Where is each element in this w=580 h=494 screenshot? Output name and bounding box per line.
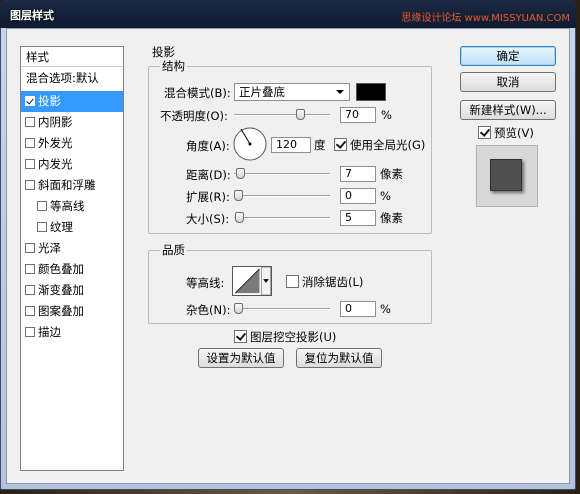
style-item-6[interactable]: 等高线 bbox=[21, 196, 123, 217]
style-item-label: 内阴影 bbox=[38, 115, 73, 129]
use-global-light-label: 使用全局光(G) bbox=[350, 138, 426, 152]
blend-mode-select[interactable]: 正片叠底 bbox=[234, 83, 350, 101]
style-item-label: 内发光 bbox=[38, 157, 73, 171]
angle-unit: 度 bbox=[314, 138, 326, 152]
distance-slider[interactable] bbox=[234, 168, 330, 179]
angle-input[interactable]: 120 bbox=[271, 137, 311, 153]
style-item-checkbox[interactable] bbox=[25, 159, 35, 169]
ok-button[interactable]: 确定 bbox=[460, 46, 556, 66]
style-item-5[interactable]: 斜面和浮雕 bbox=[21, 175, 123, 196]
size-label: 大小(S): bbox=[186, 212, 230, 226]
watermark: 思缘设计论坛 www.MISSYUAN.COM bbox=[401, 13, 570, 24]
distance-input[interactable]: 7 bbox=[340, 166, 376, 182]
style-item-checkbox[interactable] bbox=[25, 138, 35, 148]
noise-slider-thumb[interactable] bbox=[234, 303, 243, 314]
styles-header: 样式 bbox=[21, 47, 123, 67]
opacity-slider[interactable] bbox=[234, 109, 330, 120]
style-item-12[interactable]: 描边 bbox=[21, 322, 123, 343]
anti-alias-label: 消除锯齿(L) bbox=[302, 275, 364, 289]
preview-label: 预览(V) bbox=[494, 126, 534, 140]
style-item-checkbox[interactable] bbox=[25, 306, 35, 316]
opacity-slider-thumb[interactable] bbox=[296, 109, 305, 120]
spread-slider-thumb[interactable] bbox=[234, 190, 243, 201]
opacity-label: 不透明度(O): bbox=[160, 109, 228, 123]
style-item-label: 图案叠加 bbox=[38, 304, 84, 318]
style-item-checkbox[interactable] bbox=[25, 117, 35, 127]
spread-input[interactable]: 0 bbox=[340, 188, 376, 204]
blend-mode-label: 混合模式(B): bbox=[164, 86, 231, 100]
chevron-down-icon bbox=[336, 90, 344, 94]
angle-label: 角度(A): bbox=[186, 139, 230, 153]
style-item-checkbox[interactable] bbox=[25, 243, 35, 253]
style-item-label: 渐变叠加 bbox=[38, 283, 84, 297]
knockout-checkbox[interactable] bbox=[234, 330, 247, 343]
style-item-8[interactable]: 光泽 bbox=[21, 238, 123, 259]
style-item-3[interactable]: 外发光 bbox=[21, 133, 123, 154]
noise-input[interactable]: 0 bbox=[340, 301, 376, 317]
spread-label: 扩展(R): bbox=[186, 190, 230, 204]
size-unit: 像素 bbox=[380, 211, 403, 225]
opacity-input[interactable]: 70 bbox=[340, 107, 376, 123]
blend-options-item[interactable]: 混合选项:默认 bbox=[21, 68, 123, 88]
drop-shadow-title: 投影 bbox=[150, 45, 177, 59]
contour-picker[interactable] bbox=[232, 266, 272, 296]
distance-slider-thumb[interactable] bbox=[236, 168, 245, 179]
style-item-checkbox[interactable] bbox=[25, 264, 35, 274]
noise-slider[interactable] bbox=[234, 303, 330, 314]
style-item-label: 等高线 bbox=[50, 199, 85, 213]
preview-shape bbox=[490, 159, 522, 191]
contour-label: 等高线: bbox=[186, 276, 225, 290]
knockout-label: 图层挖空投影(U) bbox=[250, 330, 337, 344]
style-item-checkbox[interactable] bbox=[25, 285, 35, 295]
cancel-button[interactable]: 取消 bbox=[460, 72, 556, 92]
angle-dial[interactable] bbox=[232, 126, 268, 162]
style-item-checkbox[interactable] bbox=[37, 222, 47, 232]
size-slider[interactable] bbox=[234, 212, 330, 223]
distance-unit: 像素 bbox=[380, 167, 403, 181]
size-input[interactable]: 5 bbox=[340, 210, 376, 226]
style-item-checkbox[interactable] bbox=[25, 327, 35, 337]
style-item-2[interactable]: 内阴影 bbox=[21, 112, 123, 133]
style-item-label: 斜面和浮雕 bbox=[38, 178, 96, 192]
style-item-label: 光泽 bbox=[38, 241, 61, 255]
shadow-color-swatch[interactable] bbox=[356, 83, 386, 101]
opacity-unit: % bbox=[381, 108, 392, 122]
dialog-title: 图层样式 bbox=[10, 9, 54, 22]
size-slider-thumb[interactable] bbox=[235, 212, 244, 223]
style-item-10[interactable]: 渐变叠加 bbox=[21, 280, 123, 301]
style-item-label: 描边 bbox=[38, 325, 61, 339]
style-item-11[interactable]: 图案叠加 bbox=[21, 301, 123, 322]
noise-unit: % bbox=[380, 302, 391, 316]
spread-unit: % bbox=[380, 189, 391, 203]
new-style-button[interactable]: 新建样式(W)... bbox=[460, 100, 556, 120]
style-item-label: 纹理 bbox=[50, 220, 73, 234]
style-item-label: 颜色叠加 bbox=[38, 262, 84, 276]
style-item-7[interactable]: 纹理 bbox=[21, 217, 123, 238]
style-item-label: 外发光 bbox=[38, 136, 73, 150]
style-item-checkbox[interactable] bbox=[25, 180, 35, 190]
structure-title: 结构 bbox=[160, 59, 187, 73]
style-item-9[interactable]: 颜色叠加 bbox=[21, 259, 123, 280]
quality-title: 品质 bbox=[160, 243, 187, 257]
use-global-light-checkbox[interactable] bbox=[334, 138, 347, 151]
style-item-checkbox[interactable] bbox=[37, 201, 47, 211]
blend-mode-value: 正片叠底 bbox=[239, 85, 285, 99]
styles-list-panel: 样式 混合选项:默认 投影内阴影外发光内发光斜面和浮雕等高线纹理光泽颜色叠加渐变… bbox=[20, 46, 124, 471]
noise-label: 杂色(N): bbox=[186, 303, 231, 317]
set-default-button[interactable]: 设置为默认值 bbox=[198, 348, 284, 368]
style-item-checkbox[interactable] bbox=[25, 96, 35, 106]
style-item-label: 投影 bbox=[38, 94, 61, 108]
distance-label: 距离(D): bbox=[186, 168, 231, 182]
spread-slider[interactable] bbox=[234, 190, 330, 201]
reset-default-button[interactable]: 复位为默认值 bbox=[296, 348, 382, 368]
anti-alias-checkbox[interactable] bbox=[286, 275, 299, 288]
style-item-4[interactable]: 内发光 bbox=[21, 154, 123, 175]
preview-checkbox[interactable] bbox=[478, 126, 491, 139]
style-item-1[interactable]: 投影 bbox=[21, 91, 123, 112]
